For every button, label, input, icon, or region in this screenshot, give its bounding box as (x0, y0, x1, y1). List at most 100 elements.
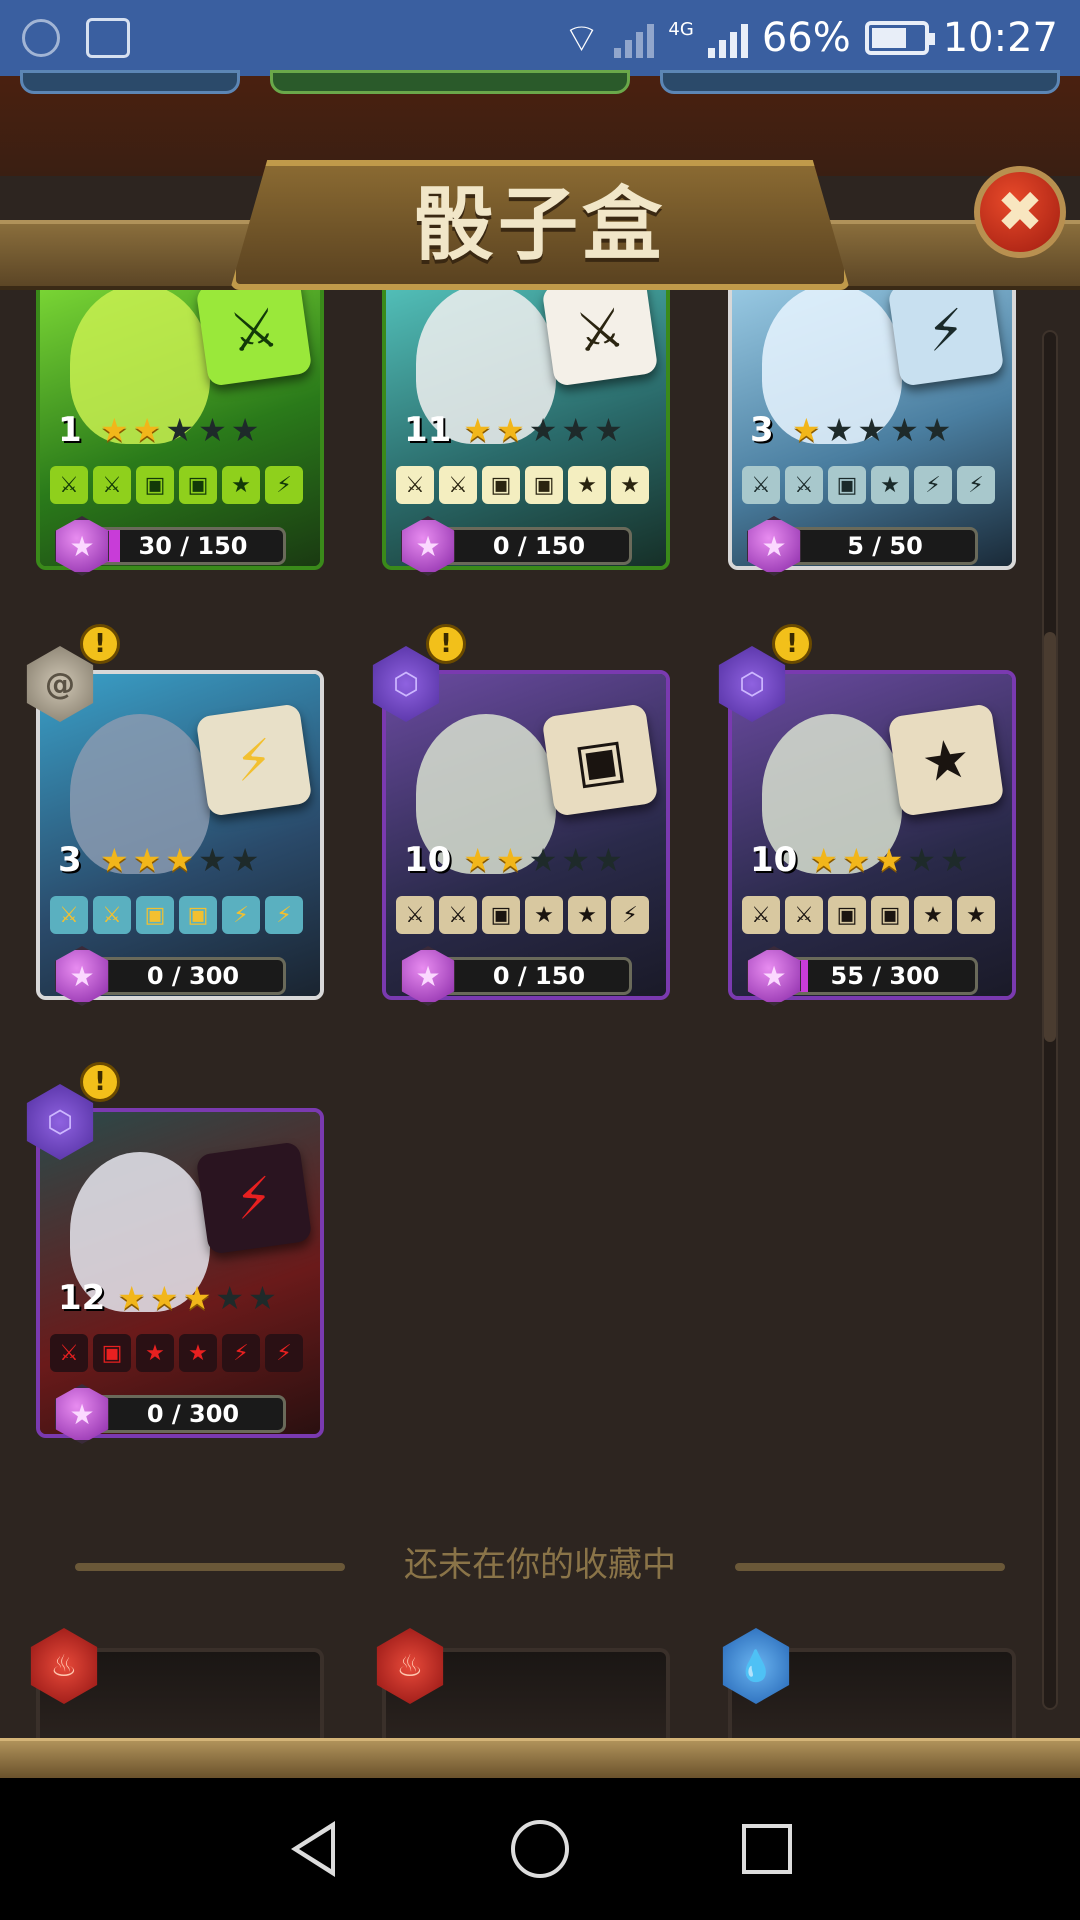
dice-face-icon: ▣ (93, 1334, 131, 1372)
level-row: 12 ★ ★ ★ ★ ★ (58, 1278, 277, 1318)
dice-face-icon: ▣ (525, 466, 563, 504)
locked-dice-card[interactable]: 💧 (722, 1628, 1016, 1738)
close-icon: ✖ (996, 179, 1044, 245)
dice-face-icon: ★ (871, 466, 909, 504)
recents-icon (741, 1824, 792, 1874)
locked-dice-card[interactable]: ♨ (30, 1628, 324, 1738)
dice-faces: ⚔ ⚔ ▣ ▣ ★ ★ (742, 896, 995, 934)
dice-face-icon: ▣ (828, 466, 866, 504)
clock: 10:27 (942, 15, 1058, 61)
dice-face-icon: ▣ (828, 896, 866, 934)
dice-face-icon: ▣ (482, 896, 520, 934)
level-row: 10 ★ ★ ★ ★ ★ (750, 840, 969, 880)
dice-face-icon: ★ (525, 896, 563, 934)
dice-card[interactable]: ★ 10 ★ ★ ★ ★ ★ ⚔ ⚔ ▣ ▣ ★ ★ 55 / 300 ★ ⬡! (718, 624, 1016, 1010)
dice-level: 12 (58, 1278, 106, 1318)
star-icon: ★ (248, 1279, 277, 1317)
image-icon (86, 18, 130, 58)
dice-face-icon: ★ (136, 1334, 174, 1372)
star-icon: ★ (496, 411, 525, 449)
star-icon: ★ (561, 841, 591, 879)
dice-card[interactable]: ⚡ 12 ★ ★ ★ ★ ★ ⚔ ▣ ★ ★ ⚡ ⚡ 0 / 300 ★ ⬡! (26, 1062, 324, 1448)
recents-button[interactable] (737, 1819, 797, 1879)
back-button[interactable] (283, 1819, 343, 1879)
dice-face-icon: ★ (568, 896, 606, 934)
star-icon: ★ (100, 411, 129, 449)
warning-icon: ! (772, 624, 812, 664)
star-icon: ★ (230, 411, 260, 449)
dice-level: 11 (404, 410, 452, 450)
dice-face-icon: ⚔ (50, 896, 88, 934)
section-divider: 还未在你的收藏中 (75, 1545, 1005, 1585)
scrollbar[interactable] (1042, 330, 1058, 1710)
star-icon: ★ (165, 411, 195, 449)
star-icon: ★ (594, 841, 623, 879)
level-row: 11 ★ ★ ★ ★ ★ (404, 410, 623, 450)
dice-face-icon: ⚔ (785, 896, 823, 934)
dice-card[interactable]: ⚡ 3 ★ ★ ★ ★ ★ ⚔ ⚔ ▣ ★ ⚡ ⚡ 5 / 50 ★ (728, 290, 1016, 580)
star-icon: ★ (132, 841, 162, 879)
progress-text: 5 / 50 (847, 532, 923, 560)
battery-percent: 66% (761, 15, 851, 61)
dice-face-icon: ⚡ (265, 896, 303, 934)
progress-text: 0 / 300 (146, 1400, 240, 1428)
dice-face-icon: ⚔ (785, 466, 823, 504)
dice-face-icon: ⚡ (222, 1334, 260, 1372)
close-button[interactable]: ✖ (974, 166, 1066, 258)
home-icon (510, 1820, 569, 1878)
dice-face-icon: ▣ (136, 466, 174, 504)
dice-face-icon: ▣ (871, 896, 909, 934)
dice-card[interactable]: ⚔ 1 ★ ★ ★ ★ ★ ⚔ ⚔ ▣ ▣ ★ ⚡ 30 / 150 ★ (36, 290, 324, 580)
star-icon: ★ (496, 841, 525, 879)
dice-face-icon: ⚡ (265, 466, 303, 504)
locked-dice-card[interactable]: ♨ (376, 1628, 670, 1738)
level-row: 1 ★ ★ ★ ★ ★ (58, 410, 259, 450)
dice-faces: ⚔ ⚔ ▣ ★ ⚡ ⚡ (742, 466, 995, 504)
star-icon: ★ (857, 411, 887, 449)
dice-face-icon: ⚔ (742, 466, 780, 504)
dice-face-icon: ★ (957, 896, 995, 934)
dice-card[interactable]: ⚔ 11 ★ ★ ★ ★ ★ ⚔ ⚔ ▣ ▣ ★ ★ 0 / 150 ★ (382, 290, 670, 580)
dice-icon: ★ (887, 703, 1005, 817)
star-icon: ★ (874, 841, 904, 879)
dice-face-icon: ⚡ (222, 896, 260, 934)
dice-card[interactable]: ⚡ 3 ★ ★ ★ ★ ★ ⚔ ⚔ ▣ ▣ ⚡ ⚡ 0 / 300 ★ @! (26, 624, 324, 1010)
star-icon: ★ (132, 411, 162, 449)
star-icon: ★ (594, 411, 623, 449)
star-icon: ★ (824, 411, 854, 449)
dice-icon: ⚡ (195, 1141, 313, 1255)
dice-faces: ⚔ ⚔ ▣ ▣ ★ ★ (396, 466, 649, 504)
level-row: 10 ★ ★ ★ ★ ★ (404, 840, 623, 880)
star-icon: ★ (809, 841, 839, 879)
scrollbar-thumb[interactable] (1044, 632, 1056, 1042)
home-button[interactable] (510, 1819, 570, 1879)
dice-face-icon: ★ (179, 1334, 217, 1372)
progress-text: 0 / 150 (492, 532, 586, 560)
progress-text: 55 / 300 (830, 962, 940, 990)
star-icon: ★ (528, 411, 558, 449)
star-icon: ★ (198, 411, 227, 449)
star-icon: ★ (890, 411, 919, 449)
dice-face-icon: ⚔ (742, 896, 780, 934)
star-icon: ★ (198, 841, 227, 879)
star-icon: ★ (463, 411, 493, 449)
bottom-plank (0, 1738, 1080, 1778)
dice-collection-list[interactable]: ⚔ 1 ★ ★ ★ ★ ★ ⚔ ⚔ ▣ ▣ ★ ⚡ 30 / 150 ★ ⚔ 11 ★ ★ ★ ★ ★ ⚔ ⚔ ▣ ▣ ★ ★ 0 / … (0, 290, 1080, 1740)
progress-text: 0 / 150 (492, 962, 586, 990)
dice-face-icon: ▣ (179, 466, 217, 504)
dice-face-icon: ⚔ (396, 466, 434, 504)
progress-text: 0 / 300 (146, 962, 240, 990)
signal-sim1-icon (614, 18, 655, 58)
progress-text: 30 / 150 (138, 532, 248, 560)
dice-icon: ⚔ (541, 290, 659, 387)
dice-face-icon: ⚡ (611, 896, 649, 934)
dice-face-icon: ▣ (136, 896, 174, 934)
dice-card[interactable]: ▣ 10 ★ ★ ★ ★ ★ ⚔ ⚔ ▣ ★ ★ ⚡ 0 / 150 ★ ⬡! (372, 624, 670, 1010)
dice-box-header: 骰子盒 ✖ (0, 140, 1080, 300)
page-title: 骰子盒 (414, 178, 666, 271)
star-icon: ★ (215, 1279, 245, 1317)
dice-face-icon: ★ (611, 466, 649, 504)
dice-face-icon: ⚔ (439, 896, 477, 934)
signal-sim2-icon (707, 18, 748, 58)
star-icon: ★ (922, 411, 952, 449)
